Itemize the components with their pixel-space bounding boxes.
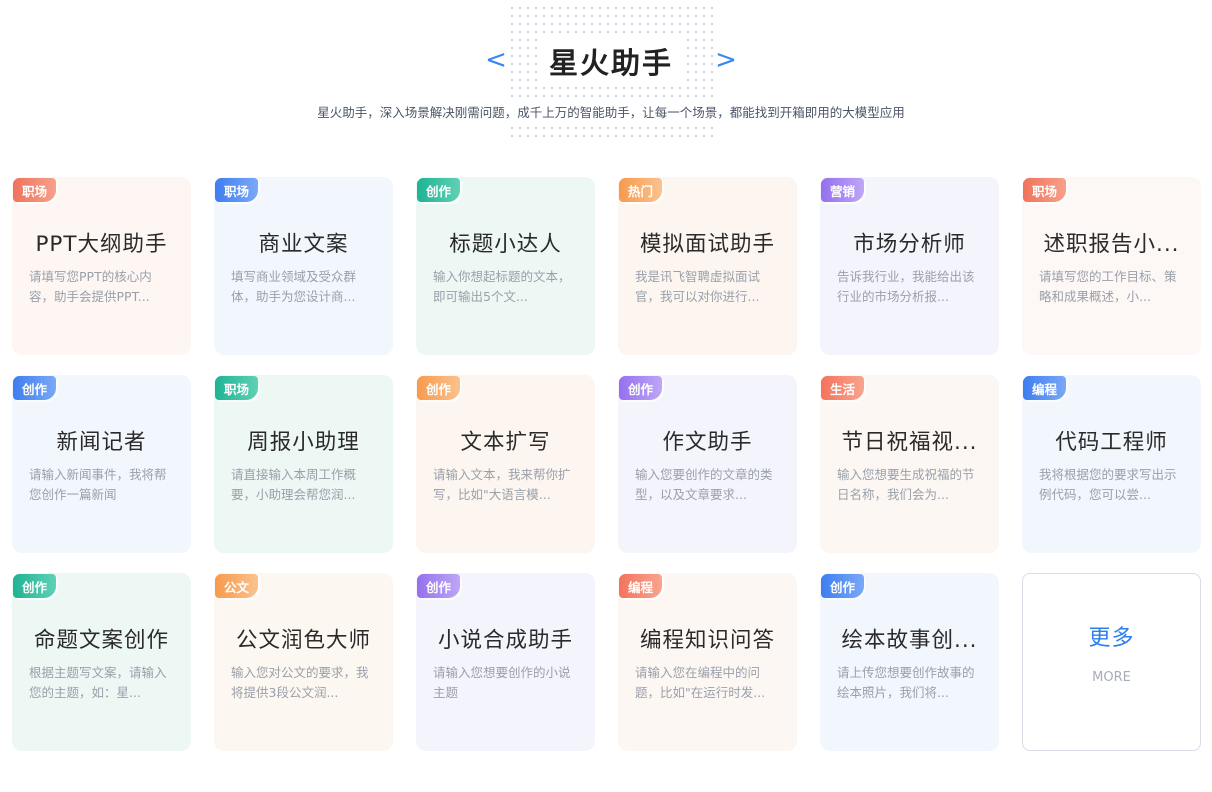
assistant-card[interactable]: 职场 周报小助理 请直接输入本周工作概要，小助理会帮您润...	[214, 375, 393, 553]
card-title: PPT大纲助手	[35, 232, 168, 257]
card-title: 新闻记者	[56, 430, 147, 455]
category-tag: 热门	[619, 178, 663, 202]
category-tag: 创作	[821, 574, 865, 598]
category-tag: 创作	[417, 574, 461, 598]
card-title: 市场分析师	[853, 232, 966, 257]
more-button[interactable]: 更多 MORE	[1022, 573, 1201, 751]
card-description: 我将根据您的要求写出示例代码，您可以尝...	[1039, 467, 1177, 502]
category-tag: 创作	[619, 376, 663, 400]
card-description: 请直接输入本周工作概要，小助理会帮您润...	[231, 467, 357, 502]
assistant-card[interactable]: 创作 新闻记者 请输入新闻事件，我将帮您创作一篇新闻	[12, 375, 191, 553]
card-title: 文本扩写	[460, 430, 551, 455]
assistant-card[interactable]: 创作 绘本故事创... 请上传您想要创作故事的绘本照片，我们将...	[820, 573, 999, 751]
category-tag: 职场	[215, 376, 259, 400]
assistant-card[interactable]: 营销 市场分析师 告诉我行业，我能给出该行业的市场分析报...	[820, 177, 999, 355]
assistant-card[interactable]: 创作 文本扩写 请输入文本，我来帮你扩写，比如"大语言模...	[416, 375, 595, 553]
card-title: 商业文案	[258, 232, 349, 257]
category-tag: 公文	[215, 574, 259, 598]
card-title: 绘本故事创...	[841, 628, 978, 653]
more-label: 更多	[1088, 626, 1135, 651]
card-title: 述职报告小...	[1043, 232, 1180, 257]
category-tag: 创作	[13, 574, 57, 598]
card-title: 代码工程师	[1055, 430, 1168, 455]
card-description: 请输入您想要创作的小说主题	[433, 665, 571, 700]
category-tag: 创作	[417, 178, 461, 202]
assistant-card[interactable]: 创作 小说合成助手 请输入您想要创作的小说主题	[416, 573, 595, 751]
card-description: 输入您要创作的文章的类型，以及文章要求...	[635, 467, 773, 502]
category-tag: 职场	[1023, 178, 1067, 202]
card-title: 命题文案创作	[33, 628, 169, 653]
assistant-card[interactable]: 创作 作文助手 输入您要创作的文章的类型，以及文章要求...	[618, 375, 797, 553]
card-description: 请填写您PPT的核心内容，助手会提供PPT...	[29, 269, 152, 304]
card-description: 根据主题写文案，请输入您的主题，如：星...	[29, 665, 167, 700]
card-title: 小说合成助手	[437, 628, 573, 653]
card-description: 输入您想要生成祝福的节日名称，我们会为...	[837, 467, 975, 502]
assistant-card[interactable]: 公文 公文润色大师 输入您对公文的要求，我将提供3段公文润...	[214, 573, 393, 751]
card-title: 周报小助理	[247, 430, 360, 455]
card-description: 请填写您的工作目标、策略和成果概述，小...	[1039, 269, 1177, 304]
card-title: 标题小达人	[449, 232, 562, 257]
card-description: 输入你想起标题的文本，即可输出5个文...	[433, 269, 571, 304]
card-description: 请输入新闻事件，我将帮您创作一篇新闻	[29, 467, 167, 502]
assistant-card[interactable]: 生活 节日祝福视... 输入您想要生成祝福的节日名称，我们会为...	[820, 375, 999, 553]
card-title: 作文助手	[662, 430, 753, 455]
more-sublabel: MORE	[1092, 670, 1131, 685]
card-description: 告诉我行业，我能给出该行业的市场分析报...	[837, 269, 975, 304]
category-tag: 编程	[619, 574, 663, 598]
card-description: 请输入您在编程中的问题，比如"在运行时发...	[635, 665, 766, 700]
assistant-card[interactable]: 热门 模拟面试助手 我是讯飞智聘虚拟面试官，我可以对你进行...	[618, 177, 797, 355]
card-title: 节日祝福视...	[841, 430, 978, 455]
category-tag: 创作	[417, 376, 461, 400]
card-title: 编程知识问答	[639, 628, 775, 653]
assistant-card[interactable]: 职场 述职报告小... 请填写您的工作目标、策略和成果概述，小...	[1022, 177, 1201, 355]
category-tag: 职场	[215, 178, 259, 202]
card-title: 模拟面试助手	[639, 232, 775, 257]
category-tag: 营销	[821, 178, 865, 202]
assistant-card[interactable]: 创作 标题小达人 输入你想起标题的文本，即可输出5个文...	[416, 177, 595, 355]
assistant-card[interactable]: 职场 商业文案 填写商业领域及受众群体，助手为您设计商...	[214, 177, 393, 355]
assistant-card[interactable]: 编程 代码工程师 我将根据您的要求写出示例代码，您可以尝...	[1022, 375, 1201, 553]
card-description: 我是讯飞智聘虚拟面试官，我可以对你进行...	[635, 269, 761, 304]
assistant-card[interactable]: 职场 PPT大纲助手 请填写您PPT的核心内容，助手会提供PPT...	[12, 177, 191, 355]
card-description: 请上传您想要创作故事的绘本照片，我们将...	[837, 665, 975, 700]
assistant-grid: 职场 PPT大纲助手 请填写您PPT的核心内容，助手会提供PPT... 职场 商…	[0, 0, 1212, 792]
category-tag: 编程	[1023, 376, 1067, 400]
card-description: 请输入文本，我来帮你扩写，比如"大语言模...	[433, 467, 571, 502]
assistant-card[interactable]: 编程 编程知识问答 请输入您在编程中的问题，比如"在运行时发...	[618, 573, 797, 751]
assistant-card[interactable]: 创作 命题文案创作 根据主题写文案，请输入您的主题，如：星...	[12, 573, 191, 751]
card-description: 填写商业领域及受众群体，助手为您设计商...	[231, 269, 357, 304]
card-title: 公文润色大师	[235, 628, 371, 653]
card-description: 输入您对公文的要求，我将提供3段公文润...	[231, 665, 369, 700]
category-tag: 生活	[821, 376, 865, 400]
category-tag: 创作	[13, 376, 57, 400]
category-tag: 职场	[13, 178, 57, 202]
